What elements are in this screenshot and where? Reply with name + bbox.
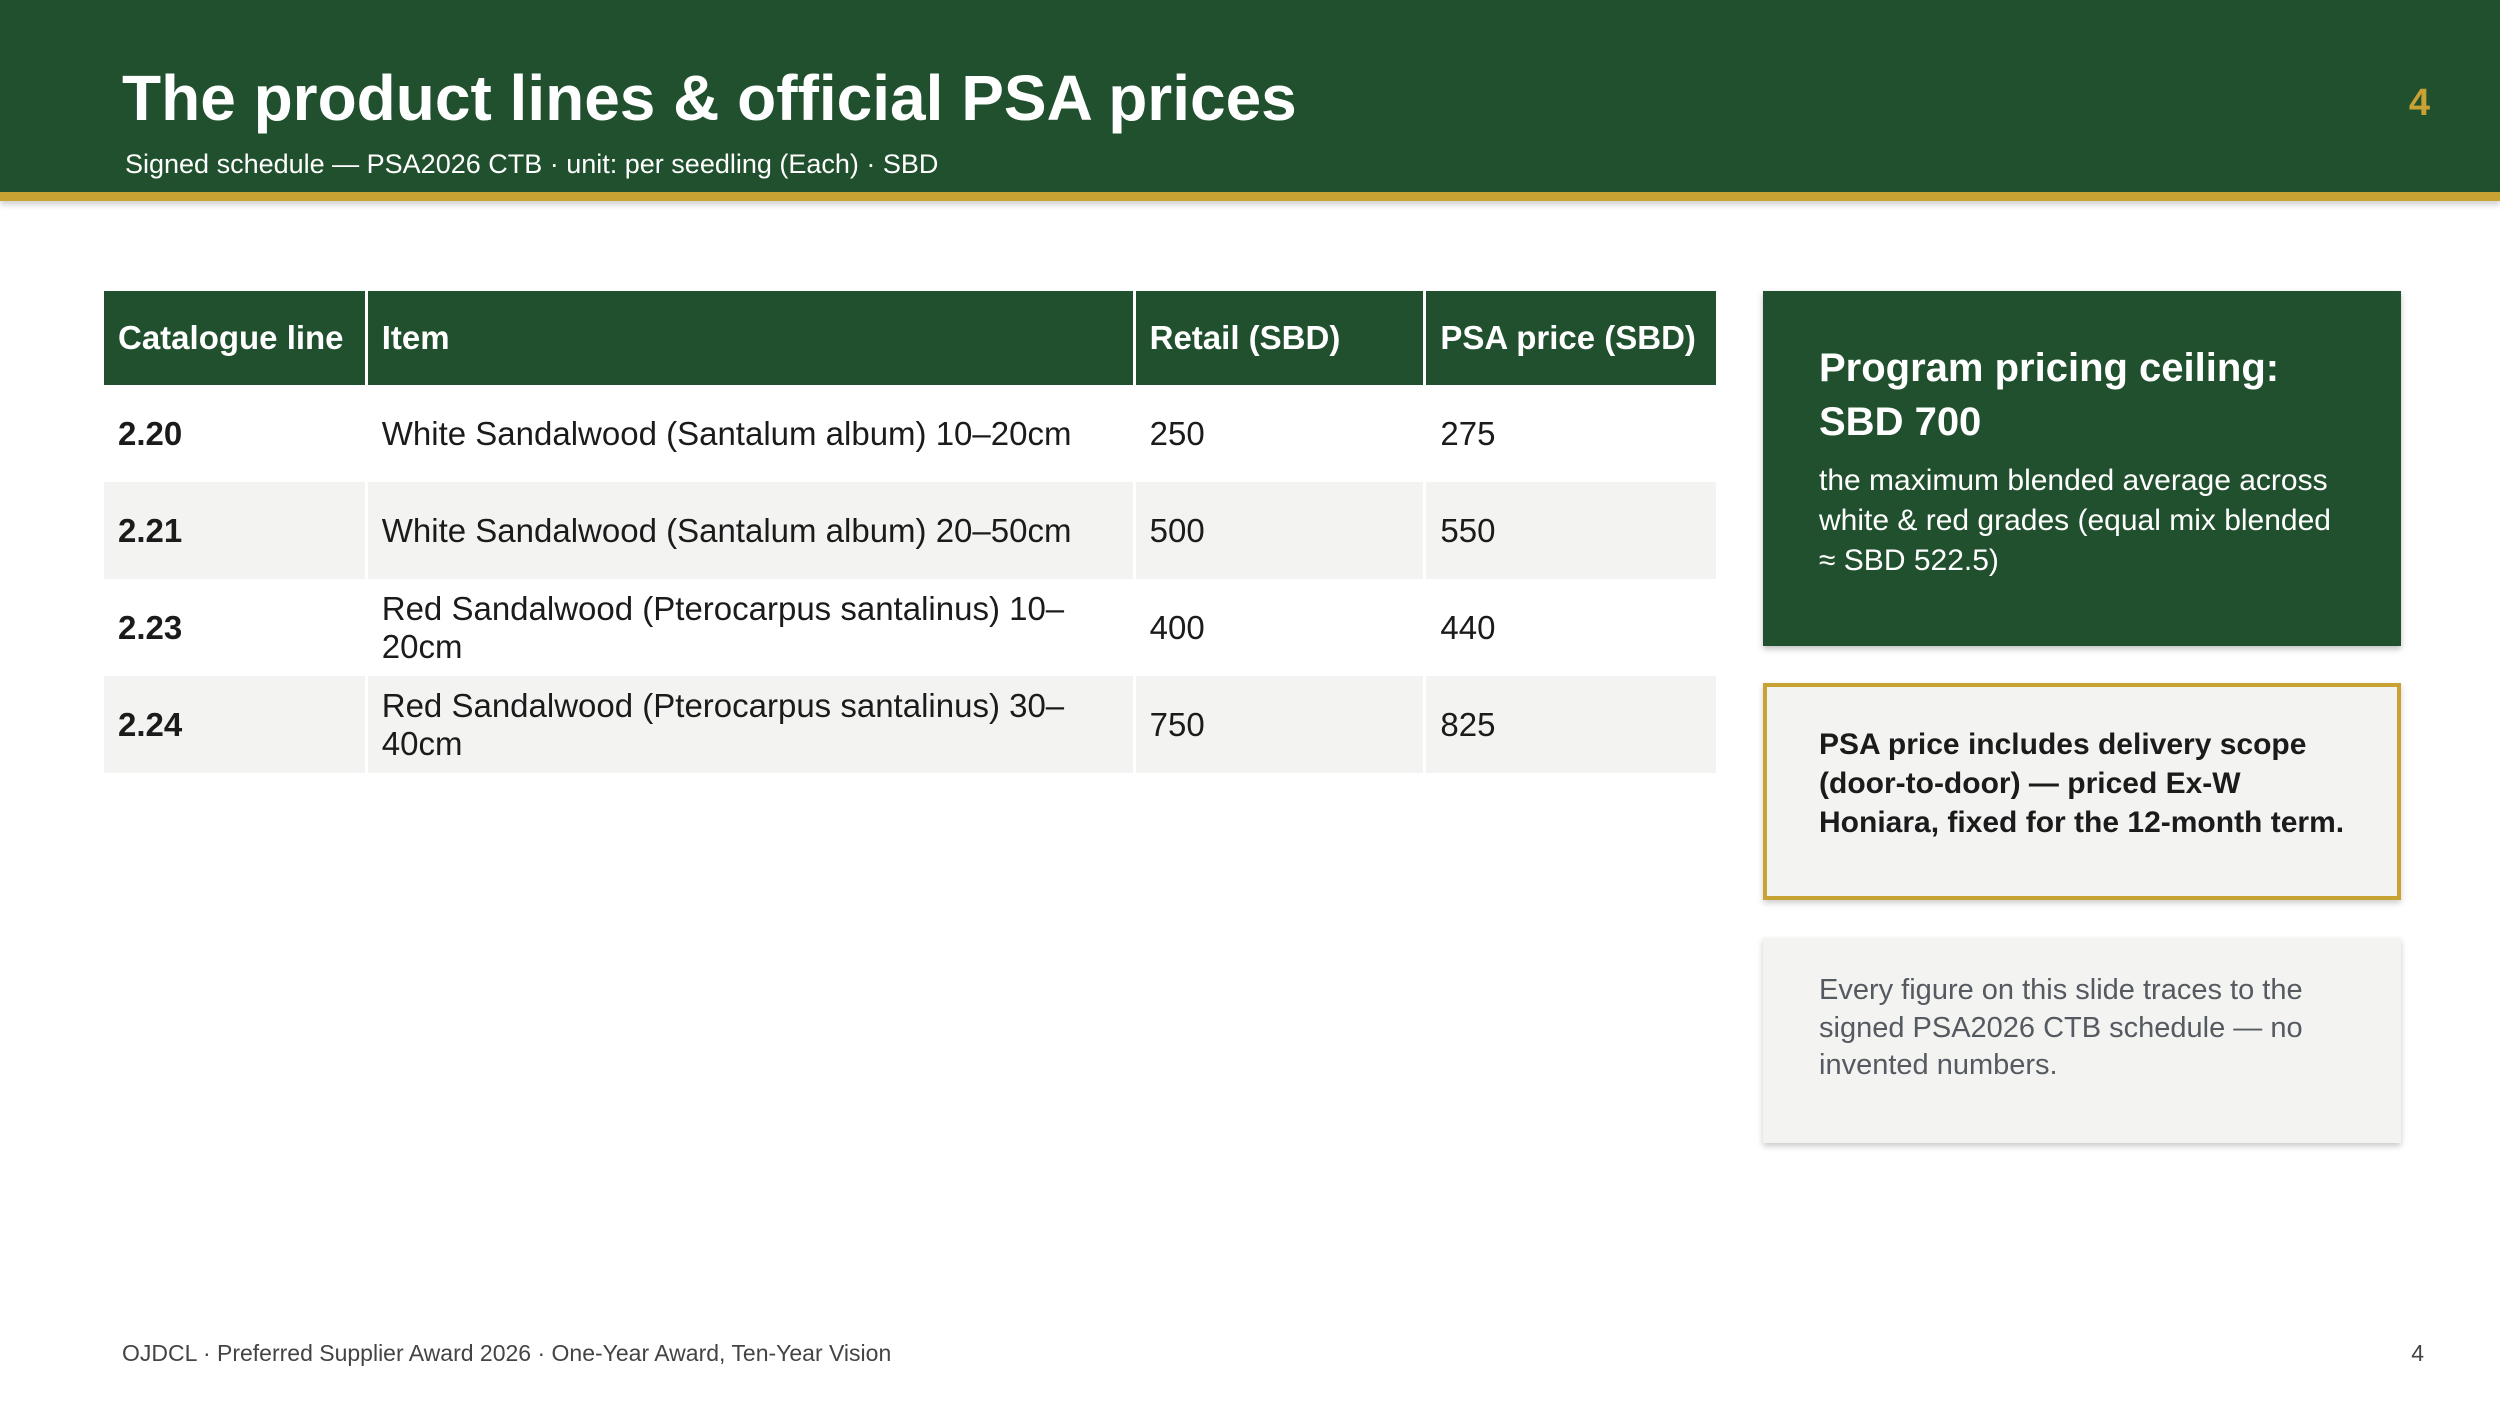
price-table: Catalogue line Item Retail (SBD) PSA pri… [104, 291, 1716, 773]
cell-psa-price: 825 [1424, 676, 1716, 773]
table-row: 2.23 Red Sandalwood (Pterocarpus santali… [104, 579, 1716, 676]
header-gold-rule [0, 192, 2500, 201]
cell-catalogue-line: 2.20 [104, 385, 368, 482]
delivery-scope-text: PSA price includes delivery scope (door-… [1819, 728, 2345, 839]
cell-retail: 500 [1134, 482, 1427, 579]
pricing-ceiling-card: Program pricing ceiling: SBD 700 the max… [1763, 291, 2401, 646]
cell-retail: 250 [1134, 385, 1427, 482]
cell-psa-price: 440 [1440, 608, 1496, 646]
delivery-scope-card: PSA price includes delivery scope (door-… [1763, 683, 2401, 900]
footer-page-number: 4 [2411, 1340, 2424, 1366]
footer-text: OJDCL · Preferred Supplier Award 2026 · … [122, 1340, 892, 1366]
cell-psa-price: 550 [1424, 482, 1716, 579]
pricing-ceiling-text: the maximum blended average across white… [1819, 464, 2331, 577]
slide-subtitle: Signed schedule — PSA2026 CTB · unit: pe… [125, 149, 939, 179]
column-header-psa-price: PSA price (SBD) [1424, 291, 1716, 385]
column-header-retail: Retail (SBD) [1134, 291, 1427, 385]
slide-title: The product lines & official PSA prices [122, 62, 1297, 134]
cell-catalogue-line: 2.21 [104, 482, 368, 579]
cell-catalogue-line: 2.24 [104, 676, 368, 773]
cell-item: Red Sandalwood (Pterocarpus santalinus) … [366, 676, 1136, 773]
table-row: 2.20 White Sandalwood (Santalum album) 1… [104, 385, 1716, 482]
table-header-row: Catalogue line Item Retail (SBD) PSA pri… [104, 291, 1716, 385]
cell-catalogue-line: 2.23 [104, 579, 368, 676]
header-page-number: 4 [2408, 82, 2430, 124]
column-header-item: Item [366, 291, 1136, 385]
source-note-text: Every figure on this slide traces to the… [1819, 974, 2303, 1082]
cell-retail: 400 [1134, 579, 1427, 676]
table-row: 2.24 Red Sandalwood (Pterocarpus santali… [104, 676, 1716, 773]
source-note-card: Every figure on this slide traces to the… [1763, 938, 2401, 1143]
cell-item: White Sandalwood (Santalum album) 10–20c… [366, 385, 1136, 482]
cell-psa-price: 275 [1440, 414, 1496, 452]
cell-item: Red Sandalwood (Pterocarpus santalinus) … [366, 579, 1136, 676]
table-row: 2.21 White Sandalwood (Santalum album) 2… [104, 482, 1716, 579]
slide-header: The product lines & official PSA prices … [0, 0, 2500, 192]
cell-item: White Sandalwood (Santalum album) 20–50c… [366, 482, 1136, 579]
column-header-catalogue-line: Catalogue line [104, 291, 368, 385]
pricing-ceiling-title: Program pricing ceiling: SBD 700 [1819, 346, 2280, 444]
cell-retail: 750 [1134, 676, 1427, 773]
